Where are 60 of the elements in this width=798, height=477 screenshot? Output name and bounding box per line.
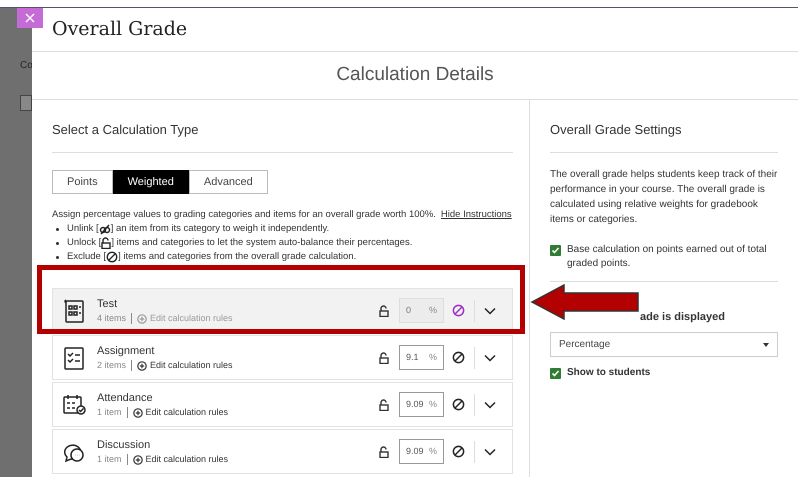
weight-field[interactable]: 9.09 % <box>399 392 444 417</box>
display-select[interactable]: Percentage <box>550 332 778 357</box>
checkbox[interactable] <box>550 245 561 256</box>
edit-rules-link[interactable]: Edit calculation rules <box>137 359 233 372</box>
edit-rules-link[interactable]: Edit calculation rules <box>132 453 228 466</box>
category-name: Attendance <box>97 390 154 406</box>
category-name: Assignment <box>97 344 156 358</box>
exclude-icon[interactable] <box>452 398 465 411</box>
close-icon <box>25 13 35 23</box>
item-count: 1 item <box>97 406 122 419</box>
bullet-text: Unlink [ <box>67 222 99 236</box>
item-count: 2 items <box>97 359 126 372</box>
plus-circle-icon <box>137 360 148 371</box>
exclude-icon[interactable] <box>452 445 465 458</box>
chevron-down-icon[interactable] <box>484 306 496 314</box>
checkbox-label: Show to students <box>567 366 650 380</box>
plus-circle-icon <box>132 454 143 465</box>
test-sheet-icon <box>61 298 87 324</box>
category-name: Discussion <box>97 438 152 452</box>
exclude-icon[interactable] <box>452 351 465 364</box>
unlock-icon[interactable] <box>379 398 389 410</box>
item-count: 4 items <box>97 312 126 325</box>
bullet-text: ] an item from its category to weigh it independently. <box>110 222 330 236</box>
section-heading: Select a Calculation Type <box>52 122 198 137</box>
instruction-text: Assign percentage values to grading categories and items for an overall grade worth 100%. <box>52 208 436 222</box>
nav-text: Co <box>20 59 32 73</box>
unlock-icon[interactable] <box>379 446 389 458</box>
close-button[interactable] <box>17 8 43 28</box>
hide-instructions-link[interactable]: Hide Instructions <box>440 208 512 222</box>
bullet-text: ] items and categories to let the system auto-balance their percentages. <box>111 236 412 250</box>
checkbox-label: Base calculation on points earned out of total graded points. <box>567 243 768 271</box>
plus-circle-icon <box>132 408 143 418</box>
settings-description: The overall grade helps students keep track of their performance in your course. The overall grade is calculated using relative weights for gradebook items or categories. <box>550 168 778 227</box>
unlock-icon <box>101 237 112 249</box>
dialog-title: Overall Grade <box>52 17 188 42</box>
settings-heading: Overall Grade Settings <box>550 122 682 137</box>
bullet-text: ] items and categories from the overall grade calculation. <box>118 250 356 264</box>
calculation-tab[interactable]: Points <box>52 170 113 194</box>
plus-circle-icon <box>137 314 148 324</box>
calculation-tab[interactable]: Advanced <box>188 170 268 194</box>
menu-button[interactable] <box>20 95 32 111</box>
chevron-down-icon[interactable] <box>484 400 496 408</box>
item-count: 1 item <box>97 453 122 466</box>
unlock-icon[interactable] <box>379 352 389 364</box>
bullet-text: Exclude [ <box>67 250 106 264</box>
category-name: Test <box>97 296 118 312</box>
weight-field[interactable]: 0 % <box>399 298 444 323</box>
bullet-text: Unlock [ <box>67 236 102 250</box>
weight-field[interactable]: 9.1 % <box>399 345 444 370</box>
calculation-tab[interactable]: Weighted <box>112 170 189 194</box>
unlock-icon[interactable] <box>379 304 389 316</box>
section-title: Calculation Details <box>336 63 494 88</box>
chevron-down-icon[interactable] <box>484 448 496 456</box>
display-label: ade is displayed <box>640 311 725 323</box>
weight-field[interactable]: 9.09 % <box>399 439 444 464</box>
checkbox[interactable] <box>550 368 561 379</box>
exclude-icon <box>106 251 118 263</box>
chevron-down-icon[interactable] <box>484 354 496 362</box>
edit-rules-link[interactable]: Edit calculation rules <box>132 406 228 420</box>
unlink-icon <box>98 224 111 234</box>
